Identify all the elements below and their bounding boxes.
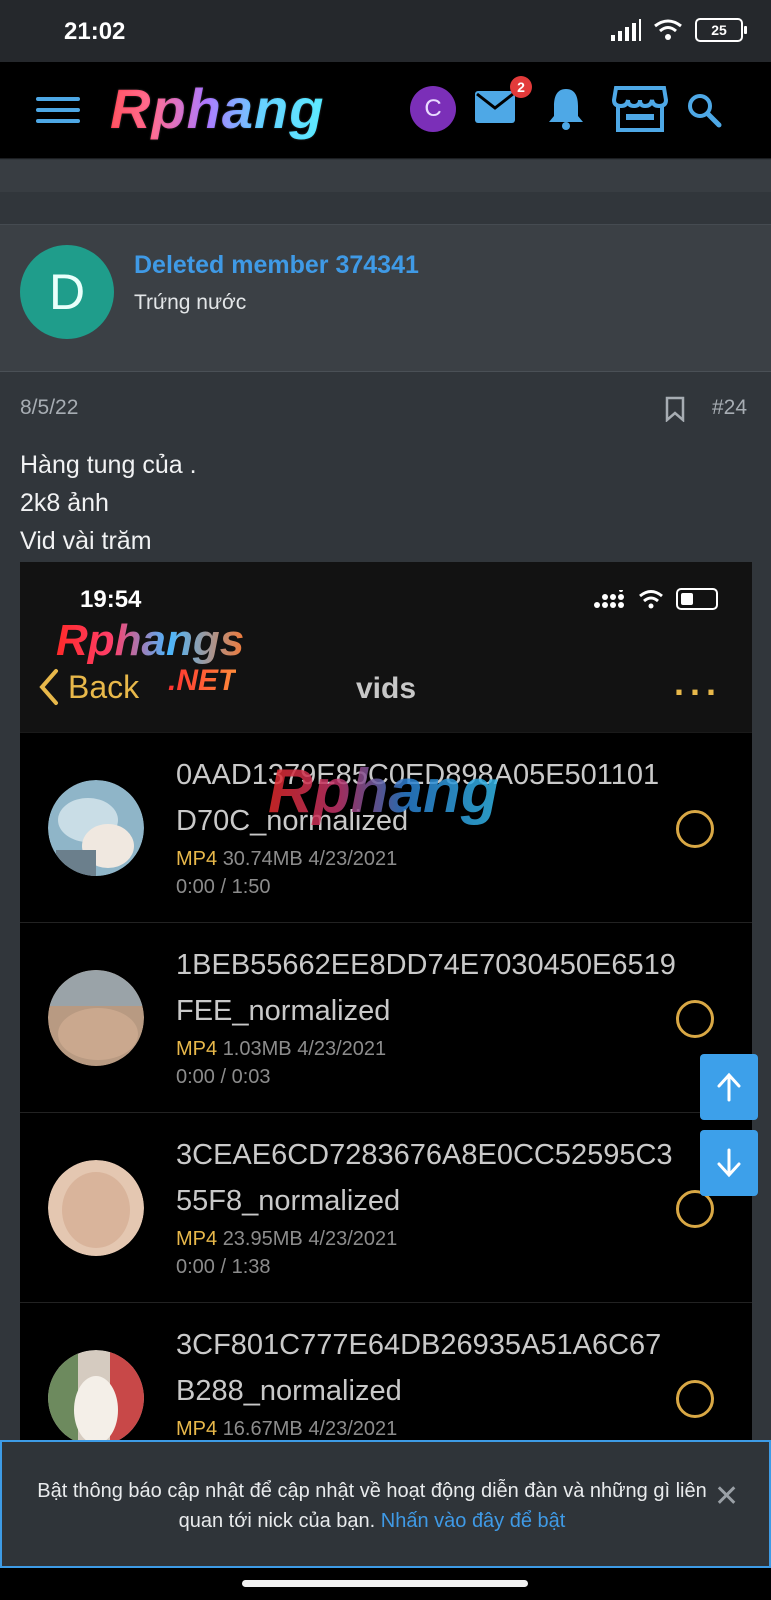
video-duration: 0:00 / 1:38 — [176, 1256, 271, 1278]
video-thumbnail — [48, 1160, 144, 1256]
menu-icon[interactable] — [36, 90, 80, 130]
arrow-up-icon — [717, 1072, 741, 1102]
scroll-down-button[interactable] — [700, 1130, 758, 1196]
enable-notifications-link[interactable]: Nhấn vào đây để bật — [381, 1510, 566, 1532]
status-bar: 21:02 25 — [0, 0, 771, 62]
video-thumbnail — [48, 1350, 144, 1442]
video-thumbnail — [48, 970, 144, 1066]
status-time: 21:02 — [64, 18, 126, 45]
video-size: 1.03MB — [222, 1038, 292, 1060]
video-thumbnail — [48, 780, 144, 876]
video-date: 4/23/2021 — [308, 848, 398, 870]
video-meta: MP4 30.74MB 4/23/2021 — [176, 848, 397, 871]
video-row[interactable]: 3CF801C777E64DB26935A51A6C67B288_normali… — [20, 1302, 752, 1442]
battery-icon — [676, 588, 718, 610]
wifi-icon — [654, 19, 682, 40]
video-format: MP4 — [176, 1228, 218, 1250]
watermark-logo: Rphangs — [56, 616, 245, 665]
signal-icon — [611, 19, 641, 41]
video-format: MP4 — [176, 1038, 218, 1060]
notification-text: Bật thông báo cập nhật để cập nhật về ho… — [32, 1476, 712, 1536]
site-logo[interactable]: Rphang — [110, 76, 324, 141]
user-avatar[interactable]: C — [410, 86, 456, 132]
video-meta: MP4 1.03MB 4/23/2021 — [176, 1038, 386, 1061]
video-date: 4/23/2021 — [308, 1418, 398, 1440]
post-number[interactable]: #24 — [712, 396, 747, 420]
video-duration: 0:00 / 1:50 — [176, 876, 271, 898]
author-title: Trứng nước — [134, 291, 247, 314]
folder-title: vids — [355, 672, 417, 705]
notification-message: Bật thông báo cập nhật để cập nhật về ho… — [37, 1480, 707, 1532]
mail-badge: 2 — [510, 76, 532, 98]
video-duration: 0:00 / 0:03 — [176, 1066, 271, 1088]
bookmark-icon[interactable] — [664, 396, 686, 422]
author-name[interactable]: Deleted member 374341 — [134, 251, 419, 280]
video-date: 4/23/2021 — [297, 1038, 387, 1060]
video-format: MP4 — [176, 848, 218, 870]
video-meta: MP4 16.67MB 4/23/2021 — [176, 1418, 397, 1441]
author-avatar[interactable]: D — [20, 245, 114, 339]
embedded-screenshot[interactable]: 19:54 Rphangs .NET Back vids ... MP4 30.… — [20, 562, 752, 1442]
video-row[interactable]: 3CEAE6CD7283676A8E0CC52595C355F8_normali… — [20, 1112, 752, 1303]
video-filename: 3CEAE6CD7283676A8E0CC52595C355F8_normali… — [176, 1139, 673, 1217]
video-size: 23.95MB — [222, 1228, 303, 1250]
home-indicator[interactable] — [242, 1580, 528, 1587]
video-filename: 3CF801C777E64DB26935A51A6C67B288_normali… — [176, 1329, 662, 1407]
arrow-down-icon — [717, 1148, 741, 1178]
store-icon[interactable] — [612, 84, 668, 134]
embedded-status-icons — [594, 588, 718, 610]
post-body: Hàng tung của . 2k8 ảnh Vid vài trăm — [20, 446, 197, 560]
more-options-button[interactable]: ... — [674, 662, 722, 704]
signal-dots-icon — [594, 590, 624, 608]
select-radio[interactable] — [676, 1380, 714, 1418]
scroll-up-button[interactable] — [700, 1054, 758, 1120]
center-watermark: Rphang — [268, 757, 499, 826]
separator-strip — [0, 160, 771, 192]
post-date[interactable]: 8/5/22 — [20, 396, 78, 420]
push-notification-banner: Bật thông báo cập nhật để cập nhật về ho… — [0, 1440, 771, 1568]
post-line: Hàng tung của . — [20, 451, 197, 479]
top-navbar: Rphang C 2 — [0, 62, 771, 159]
status-icons: 25 — [611, 18, 747, 42]
wifi-icon — [639, 590, 663, 609]
video-date: 4/23/2021 — [308, 1228, 398, 1250]
video-size: 16.67MB — [222, 1418, 303, 1440]
video-meta: MP4 23.95MB 4/23/2021 — [176, 1228, 397, 1251]
video-filename: 1BEB55662EE8DD74E7030450E6519FEE_normali… — [176, 949, 676, 1027]
search-icon[interactable] — [686, 92, 722, 128]
close-icon[interactable]: ✕ — [714, 1482, 739, 1512]
video-row[interactable]: 1BEB55662EE8DD74E7030450E6519FEE_normali… — [20, 922, 752, 1113]
bell-icon[interactable] — [546, 86, 586, 130]
post-line: Vid vài trăm — [20, 527, 152, 555]
battery-indicator: 25 — [695, 18, 747, 42]
select-radio[interactable] — [676, 1000, 714, 1038]
video-size: 30.74MB — [222, 848, 303, 870]
post-line: 2k8 ảnh — [20, 489, 109, 517]
select-radio[interactable] — [676, 810, 714, 848]
mail-icon[interactable] — [474, 90, 516, 124]
embedded-time: 19:54 — [80, 586, 142, 613]
video-format: MP4 — [176, 1418, 218, 1440]
post-author-card: D Deleted member 374341 Trứng nước — [0, 224, 771, 372]
